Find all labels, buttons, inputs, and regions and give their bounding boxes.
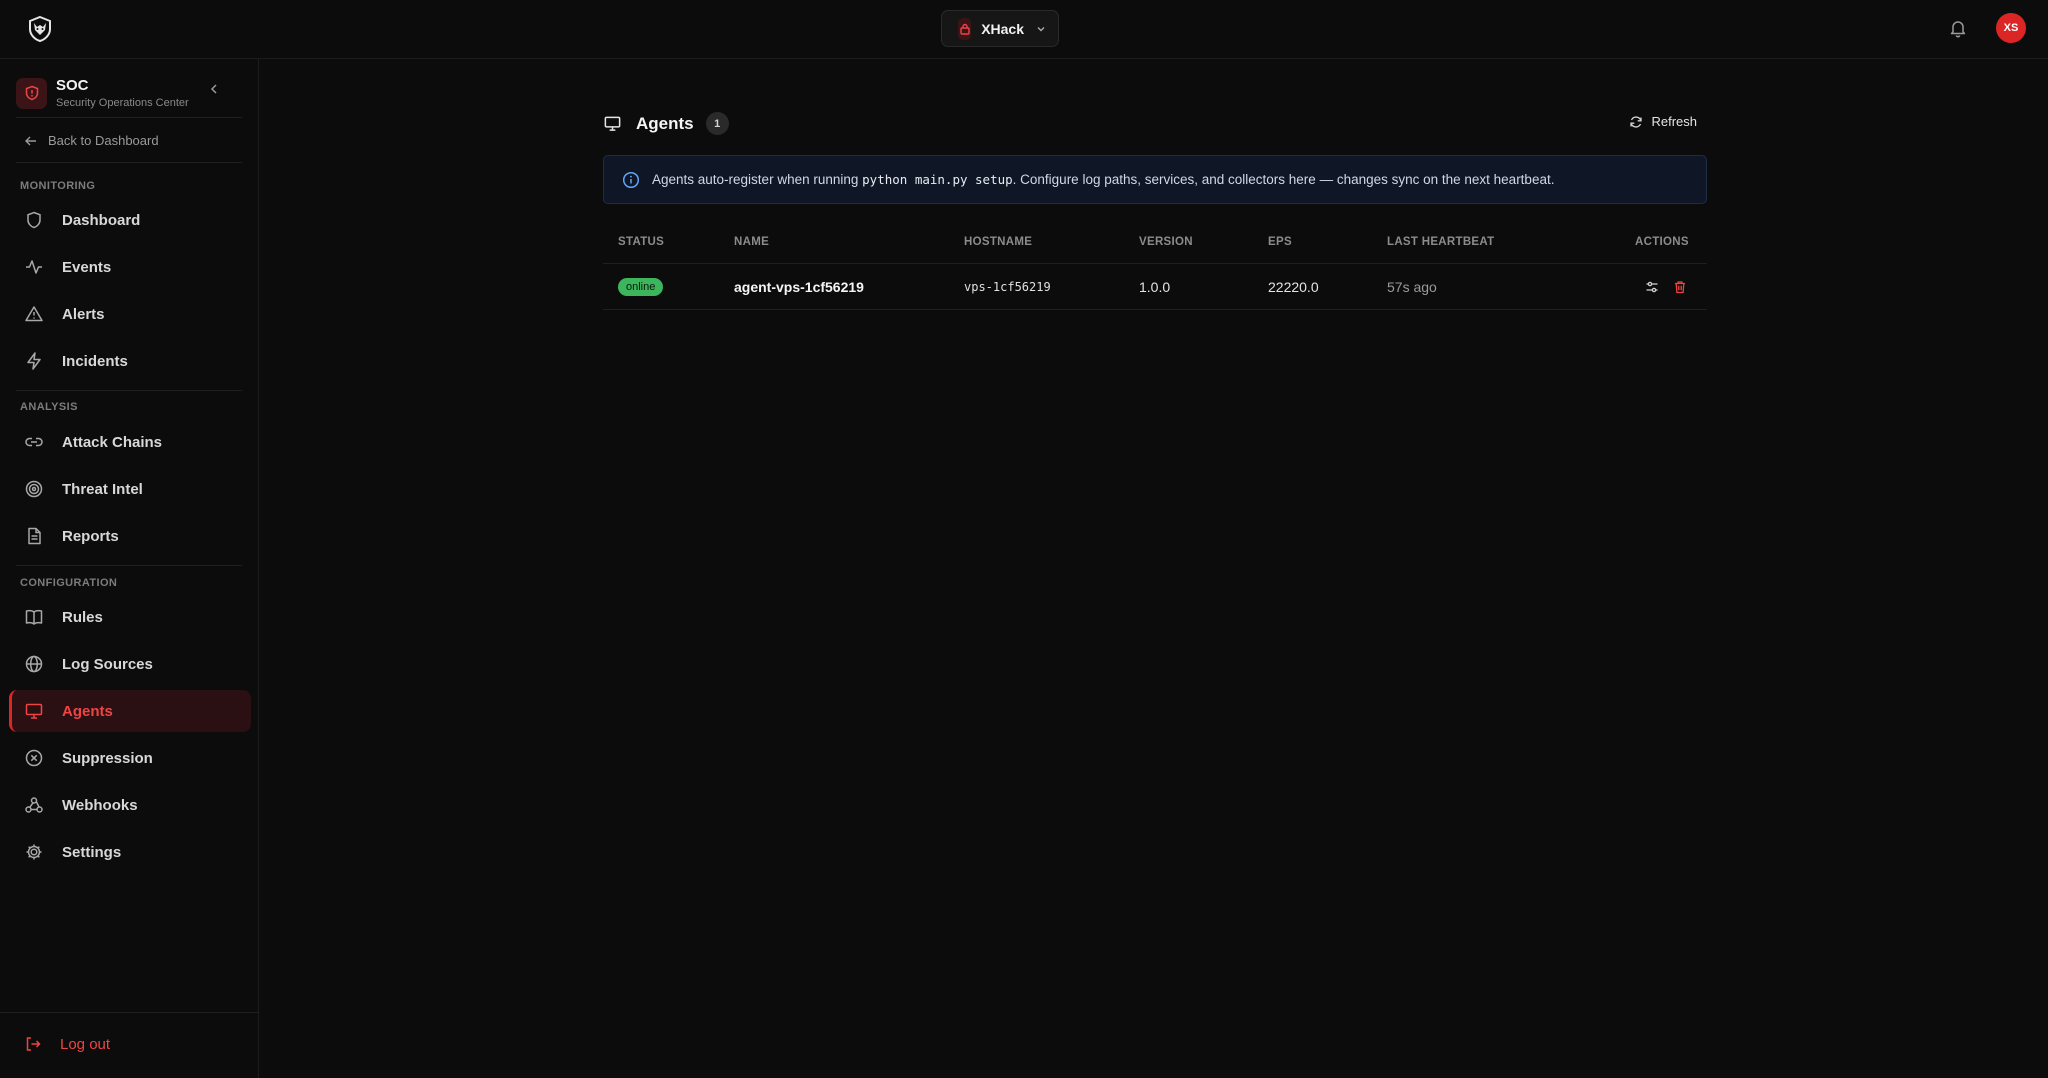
table-header-row: STATUS NAME HOSTNAME VERSION EPS LAST HE… xyxy=(603,228,1707,264)
workspace-switcher[interactable]: XHack xyxy=(941,10,1059,47)
info-banner: Agents auto-register when running python… xyxy=(603,155,1707,204)
chevron-left-icon[interactable] xyxy=(206,81,222,97)
sidebar-item-label: Reports xyxy=(62,527,119,545)
info-icon xyxy=(622,171,640,189)
sidebar-item-webhooks[interactable]: Webhooks xyxy=(9,784,251,826)
logout-label: Log out xyxy=(60,1035,111,1053)
sidebar-item-reports[interactable]: Reports xyxy=(9,515,251,557)
sidebar-item-agents[interactable]: Agents xyxy=(9,690,251,732)
arrow-left-icon xyxy=(24,134,38,148)
sidebar-item-label: Webhooks xyxy=(62,796,138,814)
warning-triangle-icon xyxy=(24,304,44,324)
sidebar-item-dashboard[interactable]: Dashboard xyxy=(9,199,251,241)
banner-text: Agents auto-register when running python… xyxy=(652,172,1554,187)
divider xyxy=(16,565,242,566)
sidebar-item-threat-intel[interactable]: Threat Intel xyxy=(9,468,251,510)
globe-icon xyxy=(24,654,44,674)
target-icon xyxy=(24,479,44,499)
divider xyxy=(16,162,242,163)
sidebar-item-label: Suppression xyxy=(62,749,153,767)
gear-icon xyxy=(24,842,44,862)
user-avatar[interactable]: XS xyxy=(1996,13,2026,43)
divider xyxy=(16,117,242,118)
banner-text-suffix: . Configure log paths, services, and col… xyxy=(1012,172,1555,187)
sidebar-item-suppression[interactable]: Suppression xyxy=(9,737,251,779)
sidebar-item-label: Attack Chains xyxy=(62,433,163,451)
app-title: SOC xyxy=(56,77,89,94)
shield-icon xyxy=(24,210,44,230)
sidebar-item-label: Dashboard xyxy=(62,211,141,229)
workspace-lock-icon xyxy=(958,17,972,40)
sidebar-item-label: Log Sources xyxy=(62,655,153,673)
agent-version: 1.0.0 xyxy=(1139,279,1171,295)
agent-name[interactable]: agent-vps-1cf56219 xyxy=(734,264,864,310)
sidebar: SOC Security Operations Center Back to D… xyxy=(0,59,259,1078)
sidebar-item-label: Rules xyxy=(62,608,103,626)
lightning-icon xyxy=(24,351,44,371)
book-icon xyxy=(24,607,44,627)
column-header-actions: ACTIONS xyxy=(1635,236,1689,248)
logout-icon xyxy=(24,1035,42,1053)
sidebar-item-attack-chains[interactable]: Attack Chains xyxy=(9,421,251,463)
sidebar-item-label: Incidents xyxy=(62,352,128,370)
refresh-icon xyxy=(1629,115,1643,129)
agents-table: STATUS NAME HOSTNAME VERSION EPS LAST HE… xyxy=(603,228,1707,310)
bell-icon[interactable] xyxy=(1948,18,1968,38)
page-title: Agents xyxy=(636,113,694,133)
refresh-button[interactable]: Refresh xyxy=(1629,114,1697,129)
page-header: Agents 1 Refresh xyxy=(603,112,1707,136)
chevron-down-icon xyxy=(1036,24,1046,34)
agent-count-badge: 1 xyxy=(705,112,729,135)
app-subtitle: Security Operations Center xyxy=(56,97,189,109)
activity-icon xyxy=(24,257,44,277)
section-label-monitoring: MONITORING xyxy=(20,180,96,192)
logout-button[interactable]: Log out xyxy=(24,1035,110,1053)
shield-alert-icon xyxy=(16,77,47,109)
sidebar-item-label: Alerts xyxy=(62,305,105,323)
sidebar-item-rules[interactable]: Rules xyxy=(9,596,251,638)
status-badge: online xyxy=(618,278,664,296)
column-header-eps: EPS xyxy=(1268,236,1292,248)
webhook-icon xyxy=(24,795,44,815)
agent-last-heartbeat: 57s ago xyxy=(1387,279,1437,295)
wolf-logo-icon[interactable] xyxy=(26,15,54,43)
workspace-name: XHack xyxy=(981,20,1024,37)
column-header-last-heartbeat: LAST HEARTBEAT xyxy=(1387,236,1495,248)
sidebar-item-settings[interactable]: Settings xyxy=(9,831,251,873)
column-header-name: NAME xyxy=(734,236,770,248)
top-bar: XHack XS xyxy=(0,0,2048,59)
sidebar-item-alerts[interactable]: Alerts xyxy=(9,293,251,335)
configure-sliders-icon[interactable] xyxy=(1643,278,1661,296)
column-header-hostname: HOSTNAME xyxy=(964,236,1033,248)
back-to-dashboard-link[interactable]: Back to Dashboard xyxy=(24,133,159,148)
column-header-status: STATUS xyxy=(618,236,665,248)
sidebar-item-log-sources[interactable]: Log Sources xyxy=(9,643,251,685)
monitor-icon xyxy=(603,114,622,133)
banner-code: python main.py setup xyxy=(862,172,1013,187)
sidebar-item-label: Settings xyxy=(62,843,122,861)
table-row[interactable]: online agent-vps-1cf56219 vps-1cf56219 1… xyxy=(603,264,1707,310)
sidebar-item-label: Events xyxy=(62,258,112,276)
column-header-version: VERSION xyxy=(1139,236,1193,248)
monitor-icon xyxy=(24,701,44,721)
section-label-analysis: ANALYSIS xyxy=(20,401,78,413)
divider xyxy=(0,1012,259,1013)
agent-eps: 22220.0 xyxy=(1268,279,1319,295)
link-icon xyxy=(24,432,44,452)
banner-text-prefix: Agents auto-register when running xyxy=(652,172,863,187)
divider xyxy=(16,390,242,391)
refresh-label: Refresh xyxy=(1651,114,1697,129)
sidebar-item-events[interactable]: Events xyxy=(9,246,251,288)
back-to-dashboard-label: Back to Dashboard xyxy=(48,133,159,148)
section-label-configuration: CONFIGURATION xyxy=(20,577,118,589)
sidebar-item-label: Threat Intel xyxy=(62,480,143,498)
document-icon xyxy=(24,526,44,546)
sidebar-item-incidents[interactable]: Incidents xyxy=(9,340,251,382)
sidebar-item-label: Agents xyxy=(62,702,113,720)
circle-x-icon xyxy=(24,748,44,768)
agent-hostname: vps-1cf56219 xyxy=(964,280,1051,294)
trash-icon[interactable] xyxy=(1671,278,1689,296)
